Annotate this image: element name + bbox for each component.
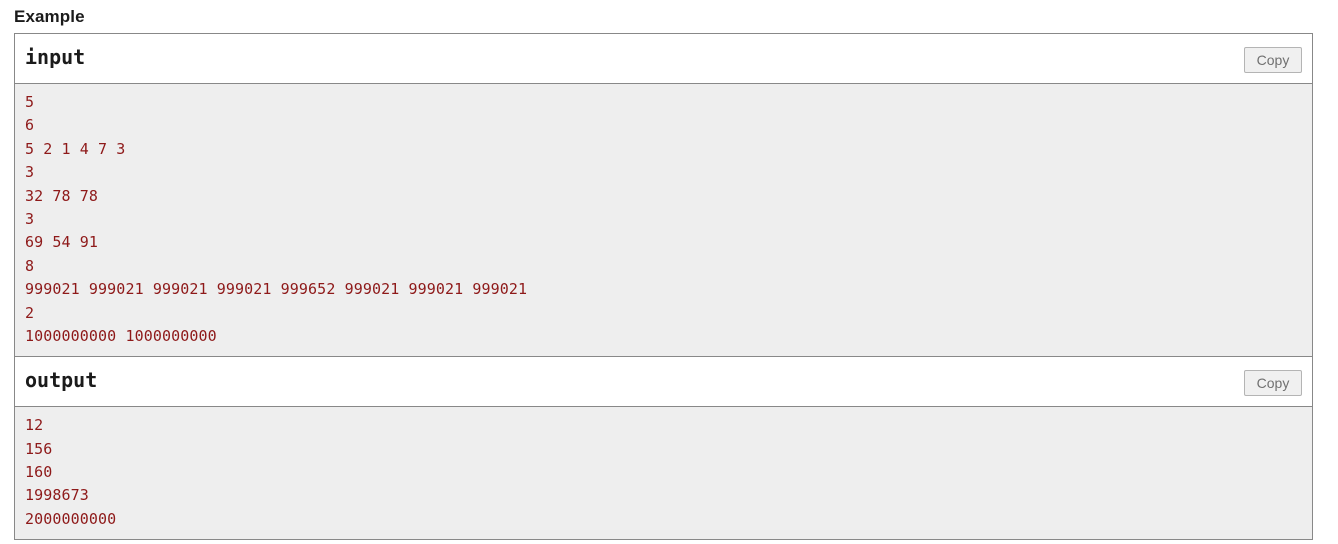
io-line: 2: [25, 303, 35, 322]
io-line: 1000000000 1000000000: [25, 326, 217, 345]
sample-tests-container: input Copy 5 6 5 2 1 4 7 3 3 32 78 78 3 69 54 …: [14, 33, 1313, 541]
io-line: 69 54 91: [25, 233, 99, 252]
copy-input-button[interactable]: Copy: [1244, 47, 1302, 73]
page-title: Example: [14, 7, 85, 26]
output-header: output Copy: [15, 357, 1312, 408]
io-line: 6: [25, 116, 35, 135]
sample-test-input: input Copy 5 6 5 2 1 4 7 3 3 32 78 78 3 69 54 …: [15, 34, 1312, 357]
copy-output-button[interactable]: Copy: [1244, 370, 1302, 397]
io-line: 32 78 78: [25, 186, 99, 205]
io-line: 1998673: [25, 486, 89, 505]
output-content: 12 156 160 1998673 2000000000: [15, 407, 1312, 540]
io-line: 12: [25, 416, 44, 435]
example-section: Example input Copy 5 6 5 2 1 4 7 3 3 32 78 7…: [0, 0, 1338, 544]
input-header: input Copy: [15, 34, 1312, 84]
io-line: 160: [25, 463, 53, 482]
io-line: 2000000000: [25, 509, 117, 528]
io-line: 3: [25, 209, 35, 228]
io-line: 5 2 1 4 7 3: [25, 139, 126, 158]
sample-test-output: output Copy 12 156 160 1998673 2000000000: [15, 356, 1312, 540]
output-title: output: [25, 368, 98, 393]
io-line: 8: [25, 256, 35, 275]
io-line: 3: [25, 163, 35, 182]
io-line: 999021 999021 999021 999021 999652 99902…: [25, 280, 528, 299]
io-line: 5: [25, 93, 35, 111]
input-title: input: [25, 45, 86, 69]
io-line: 156: [25, 439, 53, 458]
input-content: 5 6 5 2 1 4 7 3 3 32 78 78 3 69 54 91 8 999021 9…: [15, 84, 1312, 357]
